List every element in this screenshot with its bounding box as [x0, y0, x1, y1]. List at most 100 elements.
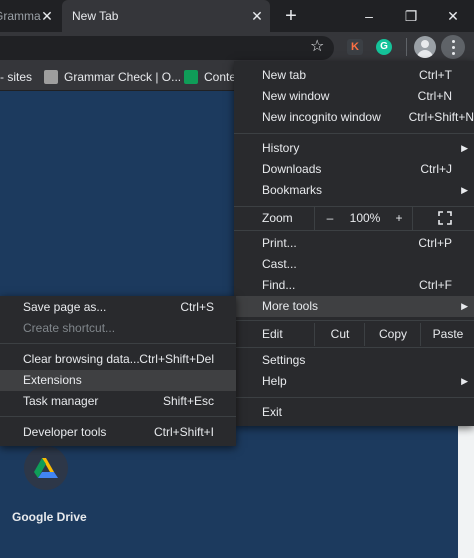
menu-item-label: Settings [262, 353, 306, 367]
zoom-out-button[interactable]: – [314, 207, 345, 230]
fullscreen-icon [438, 211, 452, 225]
menu-dot [452, 46, 455, 49]
submenu-item-shortcut: Ctrl+Shift+I [153, 425, 214, 439]
menu-item-shortcut: Ctrl+J [420, 162, 452, 176]
submenu-item-save-page[interactable]: Save page as... Ctrl+S [0, 297, 236, 318]
tab-new-tab[interactable]: New Tab ✕ [62, 0, 270, 32]
menu-item-history[interactable]: History ▶ [234, 138, 474, 159]
menu-item-label: Downloads [262, 162, 322, 176]
chrome-main-menu: New tab Ctrl+T New window Ctrl+N New inc… [234, 61, 474, 426]
submenu-item-label: Save page as... [23, 300, 107, 314]
bookmark-label: Grammar Check | O... [64, 70, 182, 84]
submenu-item-label: Clear browsing data... [23, 352, 140, 366]
zoom-row: Zoom – 100% + [234, 207, 474, 230]
menu-item-find[interactable]: Find... Ctrl+F [234, 275, 474, 296]
avatar-body [417, 50, 433, 58]
menu-item-label: Cast... [262, 257, 297, 271]
copy-button[interactable]: Copy [364, 323, 421, 346]
submenu-item-label: Create shortcut... [23, 321, 116, 335]
grammarly-extension-icon[interactable]: G [376, 39, 392, 55]
sheets-icon [184, 70, 198, 84]
close-icon[interactable]: ✕ [250, 8, 264, 24]
scrollbar[interactable] [458, 426, 474, 558]
edit-row: Edit Cut Copy Paste [234, 323, 474, 346]
bookmark-grammar-check[interactable]: Grammar Check | O... [44, 69, 181, 85]
submenu-item-shortcut: Ctrl+S [180, 300, 214, 314]
menu-item-label: History [262, 141, 300, 155]
menu-separator [234, 320, 474, 321]
menu-item-downloads[interactable]: Downloads Ctrl+J [234, 159, 474, 180]
menu-separator [0, 343, 236, 344]
menu-item-shortcut: Ctrl+T [419, 68, 452, 82]
minimize-button[interactable]: – [354, 5, 384, 27]
submenu-item-label: Extensions [23, 373, 82, 387]
avatar-head [421, 40, 429, 48]
bookmark-content[interactable]: Conte [184, 69, 236, 85]
submenu-item-label: Developer tools [23, 425, 107, 439]
menu-separator [234, 133, 474, 134]
close-window-button[interactable]: ✕ [438, 5, 468, 27]
menu-item-shortcut: Ctrl+F [419, 278, 452, 292]
submenu-item-shortcut: Shift+Esc [162, 394, 214, 408]
menu-item-label: New tab [262, 68, 307, 82]
menu-item-label: New incognito window [262, 110, 381, 124]
menu-item-help[interactable]: Help ▶ [234, 371, 474, 392]
tab-title: New Tab [72, 9, 119, 23]
menu-separator [234, 397, 474, 398]
submenu-item-extensions[interactable]: Extensions [0, 370, 236, 391]
submenu-item-task-manager[interactable]: Task manager Shift+Esc [0, 391, 236, 412]
menu-item-shortcut: Ctrl+P [418, 236, 452, 250]
menu-item-print[interactable]: Print... Ctrl+P [234, 233, 474, 254]
menu-item-label: Exit [262, 405, 283, 419]
submenu-arrow-icon: ▶ [461, 376, 468, 386]
bookmark-label: - sites [0, 70, 33, 84]
menu-item-more-tools[interactable]: More tools ▶ [234, 296, 474, 317]
maximize-button[interactable]: ❐ [396, 5, 426, 27]
menu-item-cast[interactable]: Cast... [234, 254, 474, 275]
zoom-in-button[interactable]: + [386, 207, 413, 230]
submenu-arrow-icon: ▶ [461, 185, 468, 195]
new-tab-button[interactable]: + [280, 5, 302, 27]
google-drive-icon [34, 458, 58, 478]
google-drive-shortcut[interactable] [24, 446, 68, 490]
edit-label: Edit [262, 327, 283, 341]
menu-item-label: Bookmarks [262, 183, 323, 197]
menu-item-new-tab[interactable]: New tab Ctrl+T [234, 65, 474, 86]
submenu-item-label: Task manager [23, 394, 99, 408]
toolbar-divider [406, 38, 407, 56]
submenu-arrow-icon: ▶ [461, 301, 468, 311]
submenu-item-clear-browsing-data[interactable]: Clear browsing data... Ctrl+Shift+Del [0, 349, 236, 370]
grammar-icon [44, 70, 58, 84]
menu-item-label: More tools [262, 299, 319, 313]
menu-item-settings[interactable]: Settings [234, 350, 474, 371]
submenu-item-developer-tools[interactable]: Developer tools Ctrl+Shift+I [0, 422, 236, 443]
chrome-menu-button[interactable] [441, 35, 465, 59]
menu-dot [452, 40, 455, 43]
submenu-item-shortcut: Ctrl+Shift+Del [139, 352, 214, 366]
menu-item-bookmarks[interactable]: Bookmarks ▶ [234, 180, 474, 201]
menu-item-new-incognito[interactable]: New incognito window Ctrl+Shift+N [234, 107, 474, 128]
menu-item-shortcut: Ctrl+N [417, 89, 452, 103]
address-bar[interactable] [0, 36, 334, 60]
menu-item-exit[interactable]: Exit [234, 402, 474, 423]
profile-avatar[interactable] [414, 36, 436, 58]
fullscreen-button[interactable] [426, 207, 466, 230]
tab-grammarly[interactable]: Gramma ✕ [0, 0, 62, 32]
menu-separator [234, 347, 474, 348]
menu-item-label: Help [262, 374, 287, 388]
submenu-item-create-shortcut[interactable]: Create shortcut... [0, 318, 236, 339]
extension-k-icon[interactable]: K [347, 39, 363, 55]
bookmark-star-icon[interactable]: ☆ [310, 38, 326, 56]
menu-separator [234, 230, 474, 231]
paste-button[interactable]: Paste [420, 323, 474, 346]
bookmark-label: Conte [204, 70, 237, 84]
menu-item-label: New window [262, 89, 330, 103]
menu-item-new-window[interactable]: New window Ctrl+N [234, 86, 474, 107]
zoom-level: 100% [349, 211, 381, 225]
close-icon[interactable]: ✕ [40, 8, 54, 24]
more-tools-submenu: Save page as... Ctrl+S Create shortcut..… [0, 296, 236, 446]
bookmark-sites[interactable]: - sites [0, 69, 32, 85]
google-drive-label[interactable]: Google Drive [12, 510, 87, 524]
menu-item-label: Print... [262, 236, 297, 250]
cut-button[interactable]: Cut [314, 323, 365, 346]
